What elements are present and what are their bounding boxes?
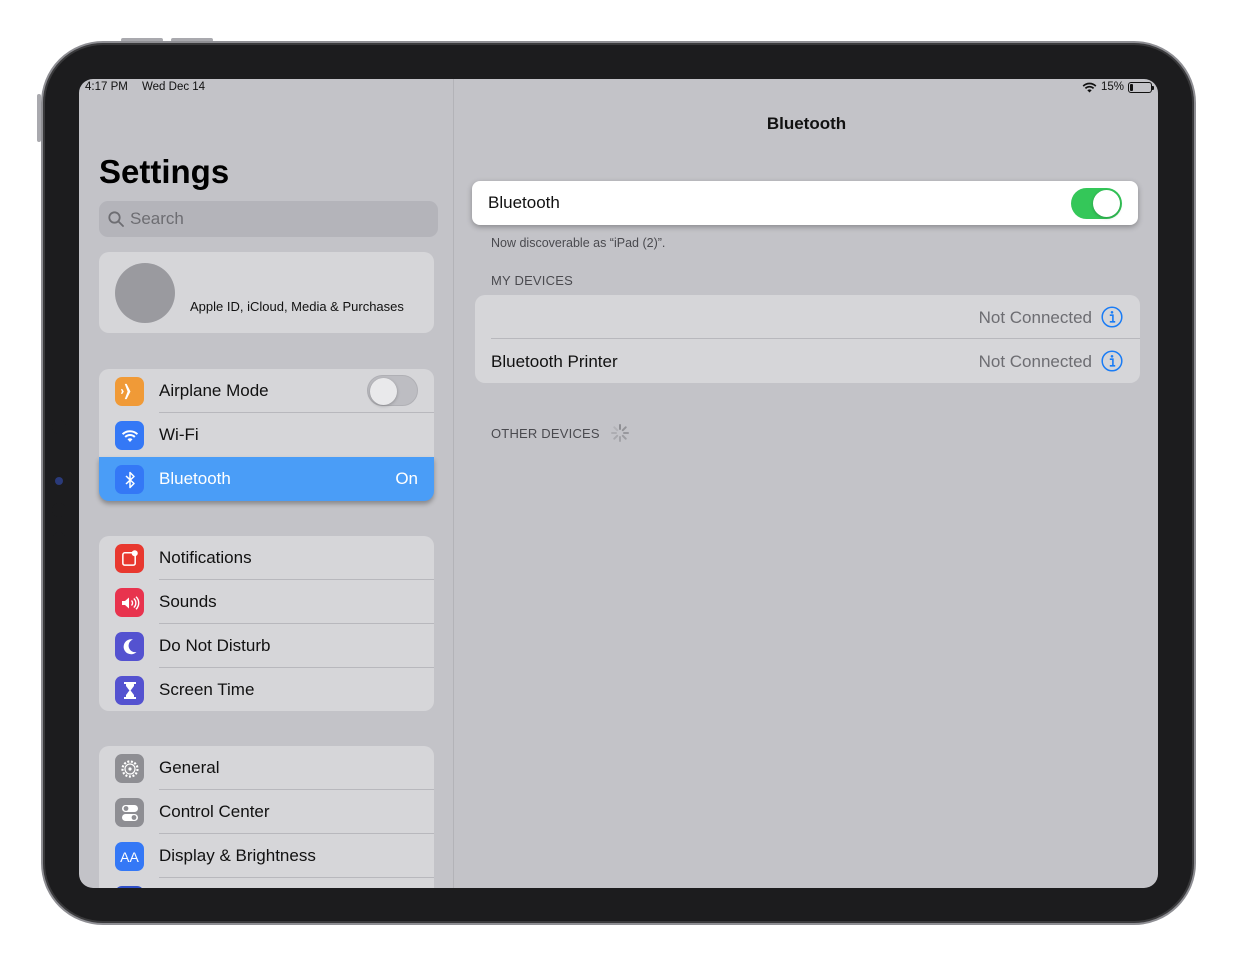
- sidebar-item-label: Notifications: [159, 548, 252, 567]
- airplane-icon: [115, 377, 144, 406]
- avatar: [115, 263, 175, 323]
- sidebar-item-wifi[interactable]: Wi-Fi: [99, 413, 434, 457]
- sidebar-item-sounds[interactable]: Sounds: [99, 580, 434, 624]
- sidebar-item-label: Screen Time: [159, 680, 255, 699]
- sidebar-item-label: Control Center: [159, 802, 270, 821]
- bluetooth-toggle-label: Bluetooth: [488, 193, 560, 212]
- settings-group-connectivity: Airplane Mode Wi-Fi Bluetooth On: [99, 369, 434, 501]
- apple-id-label: Apple ID, iCloud, Media & Purchases: [190, 299, 404, 314]
- device-status: Not Connected: [978, 352, 1092, 371]
- sidebar-item-label: Sounds: [159, 592, 217, 611]
- connector-dot: [53, 532, 65, 544]
- bluetooth-toggle[interactable]: [1071, 188, 1122, 219]
- search-field[interactable]: Search: [99, 201, 438, 237]
- sidebar-item-label: Display & Brightness: [159, 846, 316, 865]
- other-devices-label: OTHER DEVICES: [491, 425, 600, 441]
- sidebar-item-airplane-mode[interactable]: Airplane Mode: [99, 369, 434, 413]
- search-placeholder: Search: [130, 209, 184, 228]
- settings-sidebar: Settings Search Apple ID, iCloud, Media …: [79, 79, 454, 888]
- bluetooth-toggle-row[interactable]: Bluetooth: [472, 181, 1138, 225]
- discoverable-note: Now discoverable as “iPad (2)”.: [491, 236, 666, 250]
- sidebar-item-screen-time[interactable]: Screen Time: [99, 668, 434, 712]
- device-row[interactable]: Bluetooth Printer Not Connected: [475, 339, 1140, 383]
- sidebar-item-notifications[interactable]: Notifications: [99, 536, 434, 580]
- apple-id-card[interactable]: Apple ID, iCloud, Media & Purchases: [99, 252, 434, 333]
- wifi-icon: [115, 421, 144, 450]
- screen: 4:17 PM Wed Dec 14 15% Settings Search A…: [79, 79, 1158, 888]
- partial-icon: [115, 886, 144, 888]
- sidebar-item-label: Bluetooth: [159, 469, 231, 488]
- bluetooth-status-value: On: [395, 469, 418, 488]
- other-devices-header: OTHER DEVICES: [491, 423, 630, 443]
- sidebar-item-control-center[interactable]: Control Center: [99, 790, 434, 834]
- detail-title: Bluetooth: [766, 114, 847, 133]
- sensor-dot: [55, 477, 63, 485]
- sounds-icon: [115, 588, 144, 617]
- bluetooth-icon: [115, 465, 144, 494]
- moon-icon: [115, 632, 144, 661]
- device-name: Bluetooth Printer: [491, 352, 618, 371]
- hourglass-icon: [115, 676, 144, 705]
- text-size-icon-label: AA: [120, 848, 139, 865]
- sidebar-item-bluetooth[interactable]: Bluetooth On: [99, 457, 434, 501]
- my-devices-header: MY DEVICES: [491, 273, 573, 288]
- connector-dot: [52, 503, 66, 517]
- camera-dot: [52, 420, 66, 434]
- text-size-icon: AA: [115, 842, 144, 871]
- notifications-icon: [115, 544, 144, 573]
- sidebar-item-partial[interactable]: [99, 878, 434, 888]
- gear-icon: [115, 754, 144, 783]
- sidebar-item-do-not-disturb[interactable]: Do Not Disturb: [99, 624, 434, 668]
- sidebar-item-label: Do Not Disturb: [159, 636, 271, 655]
- loading-spinner-icon: [610, 424, 629, 442]
- my-devices-list: Not Connected Bluetooth Printer Not Conn…: [475, 295, 1140, 383]
- info-icon[interactable]: [1101, 306, 1123, 328]
- settings-group-notifications: Notifications Sounds Do Not Disturb Scre…: [99, 536, 434, 711]
- page-title: Settings: [99, 153, 230, 190]
- settings-group-general: General Control Center AA Display & Brig…: [99, 746, 434, 888]
- sidebar-item-general[interactable]: General: [99, 746, 434, 790]
- info-icon[interactable]: [1101, 350, 1123, 372]
- sidebar-item-display-brightness[interactable]: AA Display & Brightness: [99, 834, 434, 878]
- airplane-mode-toggle[interactable]: [367, 375, 418, 406]
- device-status: Not Connected: [978, 308, 1092, 327]
- sidebar-item-label: General: [159, 758, 220, 777]
- device-row[interactable]: Not Connected: [475, 295, 1140, 339]
- sidebar-item-label: Wi-Fi: [159, 425, 199, 444]
- switches-icon: [115, 798, 144, 827]
- search-icon: [108, 211, 124, 227]
- bluetooth-detail-pane: Bluetooth Bluetooth Now discoverable as …: [455, 79, 1158, 888]
- sidebar-item-label: Airplane Mode: [159, 381, 269, 400]
